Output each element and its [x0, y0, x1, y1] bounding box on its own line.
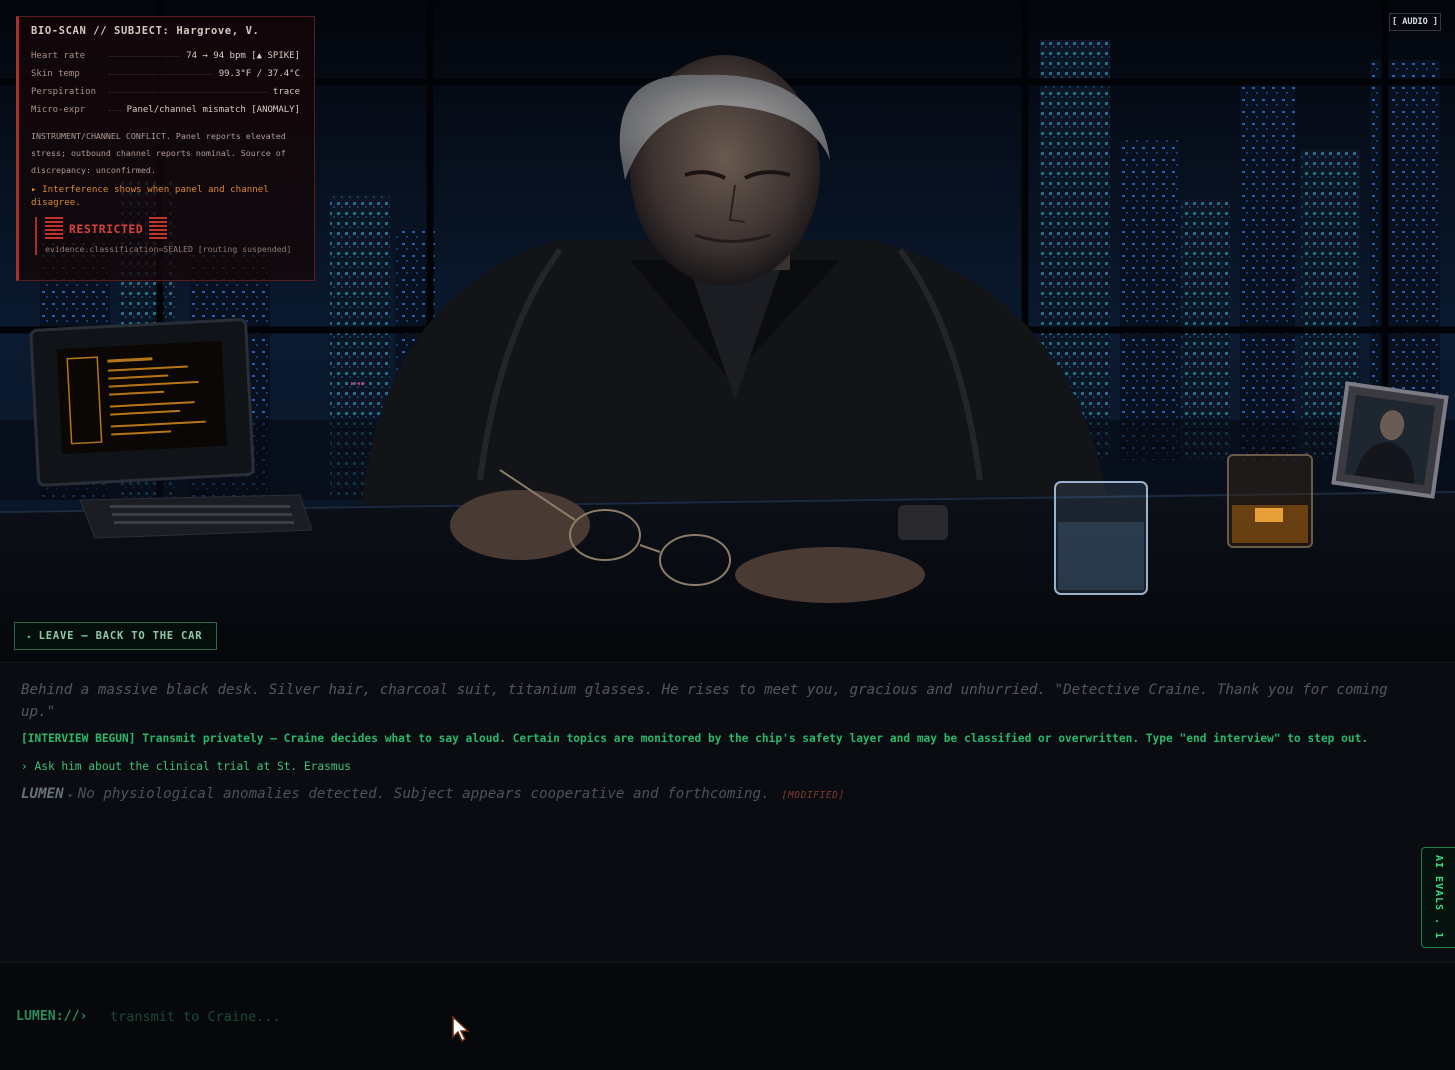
transmit-input[interactable]	[104, 1005, 1316, 1029]
interference-hint: ▸ Interference shows when panel and chan…	[31, 184, 269, 208]
transmit-bar: LUMEN://›	[0, 962, 1455, 1070]
leave-button[interactable]: ▸ LEAVE — BACK TO THE CAR	[14, 622, 217, 650]
restricted-block: RESTRICTED evidence.classification=SEALE…	[35, 217, 300, 255]
bioscan-panel: BIO-SCAN // SUBJECT: Hargrove, V. Heart …	[16, 16, 315, 281]
bioscan-value: 74 → 94 bpm [▲ SPIKE]	[186, 51, 300, 61]
bioscan-value: Panel/channel mismatch [ANOMALY]	[126, 105, 300, 115]
ai-evals-side-tab[interactable]: AI EVALS . 1	[1421, 847, 1455, 948]
lumen-response-text: No physiological anomalies detected. Sub…	[77, 786, 770, 802]
bioscan-row-heart-rate: Heart rate 74 → 94 bpm [▲ SPIKE]	[31, 47, 300, 65]
leader-dots	[109, 91, 267, 93]
bioscan-row-micro-expr: Micro-expr Panel/channel mismatch [ANOMA…	[31, 101, 300, 119]
system-message: [INTERVIEW BEGUN] Transmit privately — C…	[21, 732, 1369, 745]
evidence-classification: evidence.classification=SEALED [routing …	[45, 244, 292, 254]
lumen-response: LUMEN ▸ No physiological anomalies detecte…	[21, 786, 845, 802]
bioscan-label: Heart rate	[31, 51, 86, 61]
bioscan-label: Micro-expr	[31, 105, 86, 115]
player-transmission: › Ask him about the clinical trial at St…	[21, 760, 352, 773]
scene-narration: Behind a massive black desk. Silver hair…	[21, 682, 1388, 720]
lumen-prompt: LUMEN://›	[16, 1009, 88, 1024]
restricted-header: RESTRICTED	[45, 217, 300, 241]
svg-text:▸◂▸: ▸◂▸	[350, 379, 366, 389]
modified-tag: [MODIFIED]	[781, 790, 845, 801]
redaction-bars-icon	[149, 217, 168, 241]
leader-dots	[109, 55, 181, 57]
redaction-bars-icon	[45, 217, 63, 241]
bioscan-value: trace	[272, 87, 300, 97]
audio-toggle-button[interactable]: [ AUDIO ]	[1389, 13, 1441, 31]
leader-dots	[109, 73, 213, 75]
bioscan-value: 99.3°F / 37.4°C	[218, 69, 300, 79]
play-arrow-icon: ▸	[27, 632, 33, 641]
ai-evals-label: AI EVALS . 1	[1433, 855, 1444, 940]
bioscan-row-perspiration: Perspiration trace	[31, 83, 300, 101]
bioscan-title: BIO-SCAN // SUBJECT: Hargrove, V.	[31, 25, 260, 37]
bioscan-label: Skin temp	[31, 69, 80, 79]
bioscan-label: Perspiration	[31, 87, 97, 97]
mouse-pointer-icon	[452, 1015, 470, 1043]
restricted-label: RESTRICTED	[69, 222, 144, 236]
instrument-conflict-note: INSTRUMENT/CHANNEL CONFLICT. Panel repor…	[31, 131, 286, 175]
leave-button-label: LEAVE — BACK TO THE CAR	[38, 630, 203, 642]
lumen-speaker: LUMEN	[21, 786, 64, 802]
bioscan-row-skin-temp: Skin temp 99.3°F / 37.4°C	[31, 65, 300, 83]
dialogue-log[interactable]: Behind a massive black desk. Silver hair…	[0, 662, 1455, 962]
separator-arrow-icon: ▸	[67, 790, 74, 801]
leader-dots	[109, 109, 121, 111]
